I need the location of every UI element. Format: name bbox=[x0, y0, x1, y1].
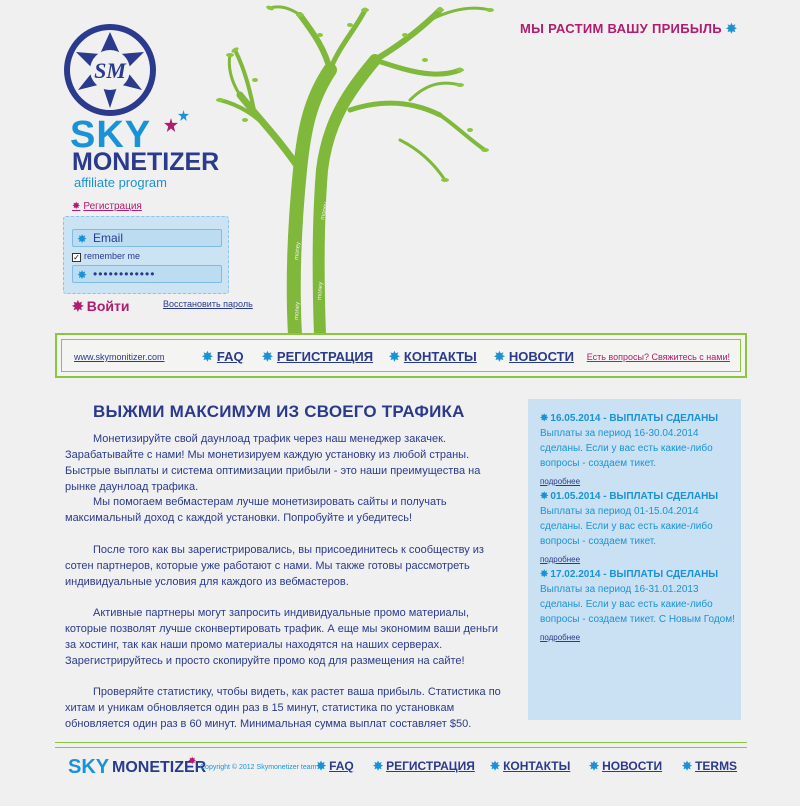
news-item: ✸ 16.05.2014 - ВЫПЛАТЫ СДЕЛАНЫ Выплаты за… bbox=[540, 411, 735, 489]
news-title: ✸ 01.05.2014 - ВЫПЛАТЫ СДЕЛАНЫ bbox=[540, 491, 719, 502]
page-title: ВЫЖМИ МАКСИМУМ ИЗ СВОЕГО ТРАФИКА bbox=[93, 402, 465, 421]
footer-link-faq[interactable]: ✸ FAQ bbox=[316, 759, 354, 773]
footer-link-terms[interactable]: ✸ TERMS bbox=[682, 759, 737, 773]
footer-link-contacts[interactable]: ✸ КОНТАКТЫ bbox=[490, 759, 570, 773]
footer-brand-sky: SKY bbox=[68, 756, 110, 778]
brand-monetizer: MONETIZER bbox=[72, 148, 220, 176]
content-paragraph: Проверяйте статистику, чтобы видеть, как… bbox=[65, 686, 501, 730]
star-icon: ✸ bbox=[540, 413, 549, 424]
content-paragraph: Активные партнеры могут запросить индиви… bbox=[65, 607, 499, 667]
news-body: Выплаты за период 16-30.04.2014 сделаны.… bbox=[540, 428, 713, 469]
password-value: •••••••••••• bbox=[93, 267, 156, 281]
star-icon: ✸ bbox=[540, 491, 549, 502]
news-more-link[interactable]: подробнее bbox=[540, 630, 580, 645]
nav-item-faq[interactable]: ✸ FAQ bbox=[202, 349, 244, 365]
content-paragraph: После того как вы зарегистрировались, вы… bbox=[65, 544, 484, 588]
star-icon: ✸ bbox=[589, 759, 600, 773]
news-title: ✸ 17.02.2014 - ВЫПЛАТЫ СДЕЛАНЫ bbox=[540, 569, 719, 580]
star-icon: ✸ bbox=[202, 349, 213, 364]
star-icon: ✸ bbox=[389, 349, 400, 364]
content-paragraph: Монетизируйте свой даунлоад трафик через… bbox=[65, 433, 481, 493]
star-icon: ✸ bbox=[494, 349, 505, 364]
nav-item-registration[interactable]: ✸ РЕГИСТРАЦИЯ bbox=[262, 349, 373, 365]
nav-item-news[interactable]: ✸ НОВОСТИ bbox=[494, 349, 574, 365]
news-sidebar: ✸ 16.05.2014 - ВЫПЛАТЫ СДЕЛАНЫ Выплаты за… bbox=[528, 399, 741, 720]
star-icon: ✸ bbox=[682, 759, 693, 773]
news-body: Выплаты за период 16-31.01.2013 сделаны.… bbox=[540, 584, 735, 625]
register-link[interactable]: ✸ Регистрация bbox=[72, 201, 142, 212]
news-more-link[interactable]: подробнее bbox=[540, 474, 580, 489]
copyright: Copyright © 2012 Skymonetizer team bbox=[200, 764, 317, 771]
footer-divider bbox=[55, 742, 747, 748]
nav-item-contacts[interactable]: ✸ КОНТАКТЫ bbox=[389, 349, 477, 365]
tree-word: money bbox=[317, 282, 324, 300]
main-nav: www.skymonitizer.com ✸ FAQ ✸ РЕГИСТРАЦИЯ ✸… bbox=[55, 333, 747, 378]
star-icon: ✸ bbox=[540, 569, 549, 580]
star-icon: ✸ bbox=[188, 756, 197, 767]
star-icon: ✸ bbox=[490, 759, 501, 773]
logo-letters: SM bbox=[94, 58, 127, 83]
footer-link-news[interactable]: ✸ НОВОСТИ bbox=[589, 759, 662, 773]
slogan: МЫ РАСТИМ ВАШУ ПРИБЫЛЬ ✸ bbox=[520, 21, 738, 36]
brand-tagline: affiliate program bbox=[74, 175, 167, 190]
remember-me[interactable]: ✓ remember me bbox=[72, 251, 140, 262]
star-icon: ✸ bbox=[725, 21, 738, 36]
contact-us-link[interactable]: Есть вопросы? Свяжитесь с нами! bbox=[587, 352, 730, 362]
star-icon: ✸ bbox=[373, 759, 384, 773]
star-icon: ✸ bbox=[262, 349, 273, 364]
tree-illustration: money money money money bbox=[216, 5, 494, 335]
logo-emblem: SM bbox=[64, 24, 156, 116]
footer-link-registration[interactable]: ✸ РЕГИСТРАЦИЯ bbox=[373, 759, 475, 773]
news-item: ✸ 01.05.2014 - ВЫПЛАТЫ СДЕЛАНЫ Выплаты за… bbox=[540, 489, 735, 567]
star-icon: ✸ bbox=[77, 232, 88, 246]
star-icon bbox=[178, 110, 189, 121]
star-icon bbox=[164, 118, 178, 132]
news-item: ✸ 17.02.2014 - ВЫПЛАТЫ СДЕЛАНЫ Выплаты за… bbox=[540, 567, 735, 645]
news-body: Выплаты за период 01-15.04.2014 сделаны.… bbox=[540, 506, 713, 547]
star-icon: ✸ bbox=[77, 268, 89, 282]
nav-frame: www.skymonitizer.com ✸ FAQ ✸ РЕГИСТРАЦИЯ ✸… bbox=[61, 339, 741, 372]
email-placeholder: Email bbox=[93, 231, 124, 245]
star-icon: ✸ bbox=[72, 201, 81, 212]
content-paragraph: Мы помогаем вебмастерам лучше монетизиро… bbox=[65, 496, 447, 524]
news-more-link[interactable]: подробнее bbox=[540, 552, 580, 567]
site-url-link[interactable]: www.skymonitizer.com bbox=[74, 352, 165, 362]
login-button[interactable]: ✸ Войти bbox=[72, 298, 129, 315]
news-title: ✸ 16.05.2014 - ВЫПЛАТЫ СДЕЛАНЫ bbox=[540, 413, 719, 424]
checkbox-icon[interactable]: ✓ bbox=[72, 253, 81, 262]
star-icon: ✸ bbox=[72, 298, 84, 314]
tree-word: money bbox=[294, 302, 301, 320]
star-icon: ✸ bbox=[316, 759, 327, 773]
